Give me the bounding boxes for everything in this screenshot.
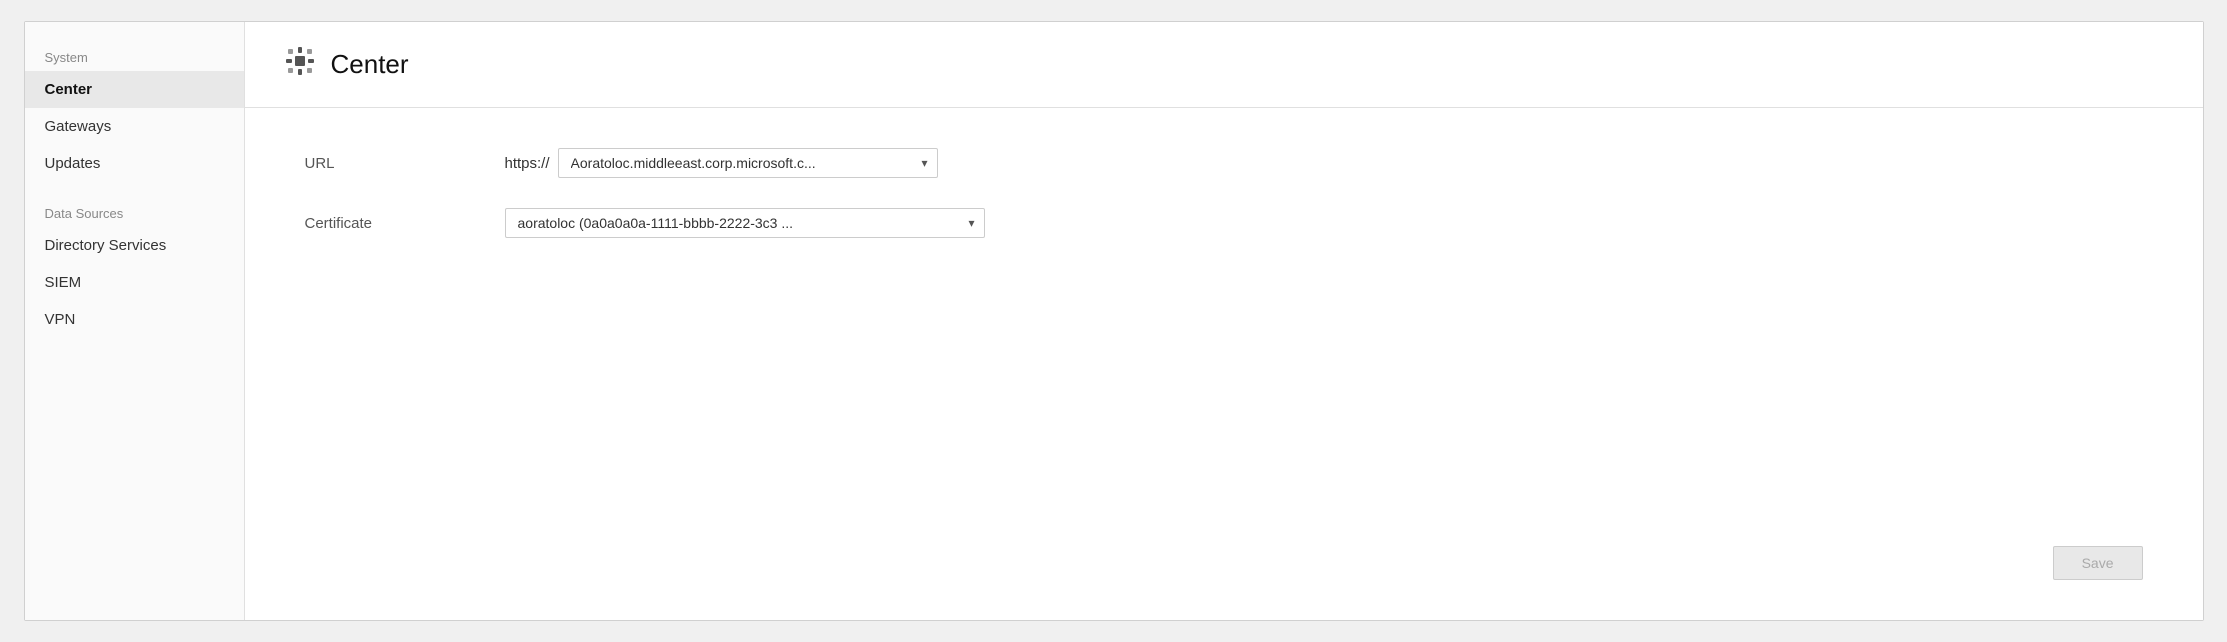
save-button[interactable]: Save [2053,546,2143,580]
url-group: https:// Aoratoloc.middleeast.corp.micro… [505,148,938,178]
certificate-row: Certificate aoratoloc (0a0a0a0a-1111-bbb… [305,208,2143,238]
url-dropdown[interactable]: Aoratoloc.middleeast.corp.microsoft.c... [558,148,938,178]
url-prefix: https:// [505,155,550,172]
main-content: Center URL https:// Aoratoloc.middleeast… [245,22,2203,620]
sidebar-item-vpn[interactable]: VPN [25,301,244,338]
url-row: URL https:// Aoratoloc.middleeast.corp.m… [305,148,2143,178]
sidebar: System Center Gateways Updates Data Sour… [25,22,245,620]
sidebar-item-center[interactable]: Center [25,71,244,108]
url-dropdown-wrapper: Aoratoloc.middleeast.corp.microsoft.c... [558,148,938,178]
certificate-dropdown[interactable]: aoratoloc (0a0a0a0a-1111-bbbb-2222-3c3 .… [505,208,985,238]
data-sources-section-label: Data Sources [25,198,244,227]
certificate-label: Certificate [305,215,465,232]
form-area: URL https:// Aoratoloc.middleeast.corp.m… [245,108,2203,620]
save-button-wrapper: Save [2053,546,2143,580]
sidebar-item-directory-services[interactable]: Directory Services [25,227,244,264]
certificate-dropdown-wrapper: aoratoloc (0a0a0a0a-1111-bbbb-2222-3c3 .… [505,208,985,238]
page-title: Center [331,49,409,80]
url-label: URL [305,155,465,172]
system-section-label: System [25,42,244,71]
center-icon [285,46,315,83]
page-header: Center [245,22,2203,108]
sidebar-item-gateways[interactable]: Gateways [25,108,244,145]
sidebar-item-updates[interactable]: Updates [25,145,244,182]
app-container: System Center Gateways Updates Data Sour… [24,21,2204,621]
sidebar-item-siem[interactable]: SIEM [25,264,244,301]
